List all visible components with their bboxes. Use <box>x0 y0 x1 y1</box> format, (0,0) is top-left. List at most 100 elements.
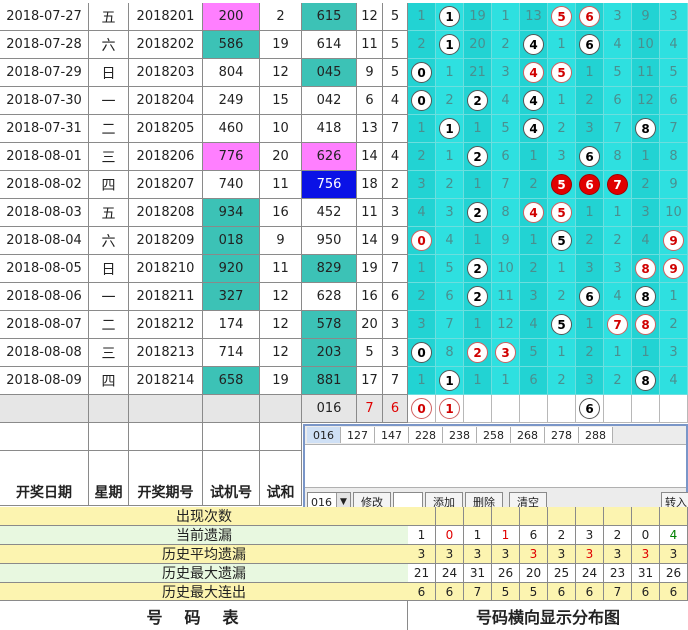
number-ball: 5 <box>551 62 572 83</box>
dist-cell-8: 2 <box>632 171 660 199</box>
weekday: 一 <box>89 87 129 115</box>
span-value: 3 <box>383 199 408 227</box>
weekday: 二 <box>89 311 129 339</box>
dist-cell-3: 2 <box>492 31 520 59</box>
number-ball: 2 <box>467 258 488 279</box>
dist-cell-0: 3 <box>408 171 436 199</box>
number-ball: 7 <box>607 174 628 195</box>
dist-cell-3 <box>492 395 520 423</box>
dist-cell-2: 19 <box>464 3 492 31</box>
table-row: 2018-08-08 三 2018213 714 12 203 5 3 0 8 2 3 5 1 2 1 1 3 <box>0 339 688 367</box>
number-ball: 4 <box>523 34 544 55</box>
dist-cell-7: 6 <box>604 87 632 115</box>
test-sum: 12 <box>260 283 302 311</box>
pending-sum: 7 <box>357 395 383 423</box>
dist-cell-2: 1 <box>464 367 492 395</box>
weekday: 日 <box>89 59 129 87</box>
dist-cell-7: 4 <box>604 31 632 59</box>
dist-cell-1: 8 <box>436 339 464 367</box>
popup-text-area[interactable] <box>305 444 686 488</box>
test-number: 934 <box>203 199 260 227</box>
distribution-band: 0823512113 <box>408 339 688 367</box>
distribution-band: 0419152249 <box>408 227 688 255</box>
number-chip[interactable]: 268 <box>511 427 545 443</box>
number-chip[interactable]: 258 <box>477 427 511 443</box>
dist-cell-4: 4 <box>520 59 548 87</box>
empty-cell <box>129 451 203 479</box>
dist-cell-1: 2 <box>436 87 464 115</box>
test-sum: 12 <box>260 311 302 339</box>
stats-value <box>464 507 492 526</box>
dist-cell-3: 1 <box>492 3 520 31</box>
test-number: 714 <box>203 339 260 367</box>
stats-value <box>660 507 688 526</box>
dist-cell-8: 9 <box>632 3 660 31</box>
sum-value: 6 <box>357 87 383 115</box>
stats-value: 31 <box>464 564 492 583</box>
number-ball: 5 <box>551 230 572 251</box>
dist-cell-3: 6 <box>492 143 520 171</box>
draw-number: 829 <box>302 255 357 283</box>
dist-cell-5: 5 <box>548 171 576 199</box>
weekday: 六 <box>89 31 129 59</box>
footer-left-title: 号码表 <box>0 601 408 630</box>
dist-cell-7: 7 <box>604 311 632 339</box>
draw-number: 045 <box>302 59 357 87</box>
number-chip[interactable]: 016 <box>307 427 341 443</box>
stats-value: 26 <box>492 564 520 583</box>
draw-number: 628 <box>302 283 357 311</box>
number-chip[interactable]: 288 <box>579 427 613 443</box>
dist-cell-3: 3 <box>492 59 520 87</box>
number-chip[interactable]: 127 <box>341 427 375 443</box>
number-ball: 2 <box>467 286 488 307</box>
empty-cell <box>203 451 260 479</box>
dist-cell-7: 7 <box>604 171 632 199</box>
issue-number: 2018214 <box>129 367 203 395</box>
dist-cell-9: 3 <box>660 3 688 31</box>
dist-cell-9: 4 <box>660 31 688 59</box>
dist-cell-0: 1 <box>408 3 436 31</box>
number-chip[interactable]: 238 <box>443 427 477 443</box>
dist-cell-5: 1 <box>548 87 576 115</box>
stats-value: 24 <box>436 564 464 583</box>
dist-cell-4: 5 <box>520 339 548 367</box>
stats-value <box>436 507 464 526</box>
table-row: 2018-07-27 五 2018201 200 2 615 12 5 1 1 19 1 13 5 6 3 9 3 <box>0 3 688 31</box>
number-chip[interactable]: 147 <box>375 427 409 443</box>
stats-value: 26 <box>660 564 688 583</box>
stats-value: 0 <box>632 526 660 545</box>
dist-cell-6: 2 <box>576 339 604 367</box>
test-sum: 2 <box>260 3 302 31</box>
draw-number: 756 <box>302 171 357 199</box>
dist-cell-0: 2 <box>408 143 436 171</box>
dist-cell-2: 2 <box>464 339 492 367</box>
number-ball: 4 <box>523 118 544 139</box>
number-chip[interactable]: 228 <box>409 427 443 443</box>
span-value: 7 <box>383 115 408 143</box>
dist-cell-9: 2 <box>660 311 688 339</box>
dist-cell-4: 6 <box>520 367 548 395</box>
dist-cell-4: 2 <box>520 171 548 199</box>
dist-cell-7: 2 <box>604 227 632 255</box>
stats-value: 3 <box>548 545 576 564</box>
dist-cell-9: 8 <box>660 143 688 171</box>
empty-cell <box>129 395 203 423</box>
stats-value: 3 <box>576 545 604 564</box>
test-number: 658 <box>203 367 260 395</box>
pending-row: 016 7 6 0 1 6 <box>0 395 688 423</box>
footer: 号码表 号码横向显示分布图 <box>0 600 688 630</box>
number-ball: 0 <box>411 90 432 111</box>
pending-span: 6 <box>383 395 408 423</box>
span-value: 3 <box>383 311 408 339</box>
distribution-band: 0 2 2 4 4 1 2 6 12 6 <box>408 87 688 115</box>
number-chip[interactable]: 278 <box>545 427 579 443</box>
dist-cell-7 <box>604 395 632 423</box>
table-row: 2018-07-29 日 2018203 804 12 045 9 5 0 1 21 3 4 5 1 5 11 5 <box>0 59 688 87</box>
dist-cell-8: 4 <box>632 227 660 255</box>
number-ball: 2 <box>467 342 488 363</box>
test-number: 920 <box>203 255 260 283</box>
distribution-band: 2126136818 <box>408 143 688 171</box>
dist-cell-5: 2 <box>548 283 576 311</box>
number-ball: 4 <box>523 90 544 111</box>
issue-number: 2018206 <box>129 143 203 171</box>
